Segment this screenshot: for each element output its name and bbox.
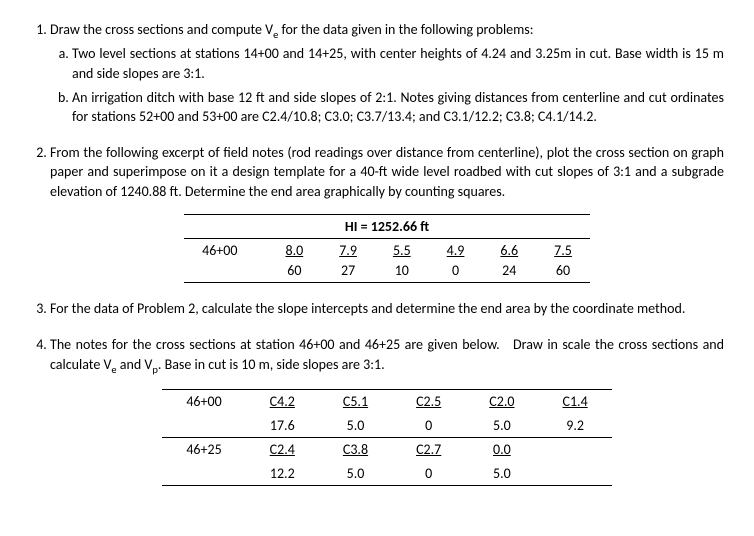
q4-r1b2: 0: [392, 462, 465, 486]
q4-r1t4: [538, 438, 611, 462]
q4-r0b2: 0: [392, 414, 465, 438]
q2-r4: 6.6: [482, 239, 536, 261]
q1a: Two level sections at stations 14+00 and…: [72, 44, 724, 83]
q4-s0: 46+00: [162, 390, 245, 414]
q4-text: The notes for the cross sections at stat…: [50, 336, 724, 373]
q2-r1: 7.9: [321, 239, 375, 261]
q2-d0: 60: [267, 261, 321, 283]
q2-d3: 0: [429, 261, 483, 283]
q1-sublist: Two level sections at stations 14+00 and…: [50, 44, 724, 126]
q2-r2: 5.5: [375, 239, 429, 261]
q4-r1t1: C3.8: [319, 438, 392, 462]
q4-r0b4: 9.2: [538, 414, 611, 438]
q2-hi: HI = 1252.66 ft: [184, 214, 590, 239]
q4-table-wrap: 46+00 C4.2 C5.1 C2.5 C2.0 C1.4 17.6 5.0 …: [50, 389, 724, 486]
q4-r1b4: [538, 462, 611, 486]
q1b: An irrigation ditch with base 12 ft and …: [72, 88, 724, 127]
q4-r1b0: 12.2: [246, 462, 319, 486]
q4-s1: 46+25: [162, 438, 245, 462]
q4-r1t3: 0.0: [465, 438, 538, 462]
q2-d4: 24: [482, 261, 536, 283]
problem-2: From the following excerpt of field note…: [50, 143, 724, 284]
q4-r0t0: C4.2: [246, 390, 319, 414]
q4-r0t3: C2.0: [465, 390, 538, 414]
q2-station: 46+00: [184, 239, 267, 261]
q2-r5: 7.5: [536, 239, 590, 261]
problem-1: Draw the cross sections and compute Ve f…: [50, 20, 724, 127]
problem-3: For the data of Problem 2, calculate the…: [50, 299, 724, 319]
q4-r0b1: 5.0: [319, 414, 392, 438]
q4-r0t2: C2.5: [392, 390, 465, 414]
q2-d1: 27: [321, 261, 375, 283]
q2-table-wrap: HI = 1252.66 ft 46+00 8.0 7.9 5.5 4.9 6.…: [50, 214, 724, 284]
q2-d2: 10: [375, 261, 429, 283]
q2-r0: 8.0: [267, 239, 321, 261]
q4-r0t1: C5.1: [319, 390, 392, 414]
q4-r1b3: 5.0: [465, 462, 538, 486]
q4-r1t0: C2.4: [246, 438, 319, 462]
q2-table: HI = 1252.66 ft 46+00 8.0 7.9 5.5 4.9 6.…: [184, 214, 590, 284]
q4-r0b3: 5.0: [465, 414, 538, 438]
q4-r0t4: C1.4: [538, 390, 611, 414]
q4-r1t2: C2.7: [392, 438, 465, 462]
q4-table: 46+00 C4.2 C5.1 C2.5 C2.0 C1.4 17.6 5.0 …: [162, 389, 611, 486]
problem-4: The notes for the cross sections at stat…: [50, 335, 724, 486]
q4-r1b1: 5.0: [319, 462, 392, 486]
q2-text: From the following excerpt of field note…: [50, 144, 724, 200]
q4-r0b0: 17.6: [246, 414, 319, 438]
q2-r3: 4.9: [429, 239, 483, 261]
q1-intro: Draw the cross sections and compute Ve f…: [50, 21, 534, 38]
q2-d5: 60: [536, 261, 590, 283]
